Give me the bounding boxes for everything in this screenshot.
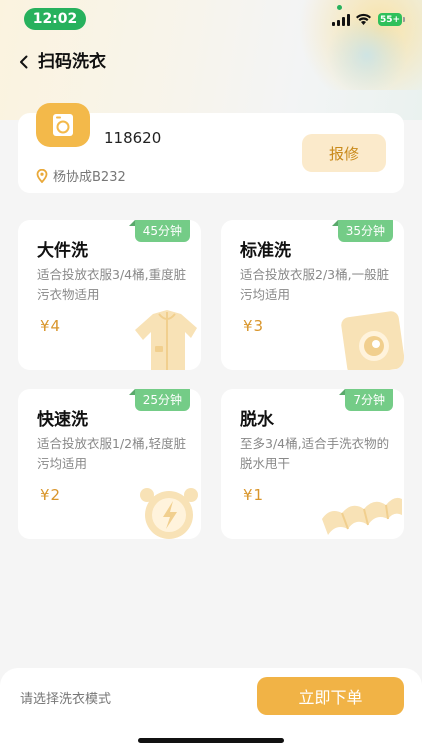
device-card: 118620 杨协成B232 报修 — [18, 103, 404, 193]
mode-name: 标准洗 — [240, 241, 291, 261]
wifi-icon — [356, 13, 371, 25]
camera-indicator-icon — [337, 5, 342, 10]
order-now-button[interactable]: 立即下单 — [257, 677, 404, 715]
duration-badge: 45分钟 — [128, 220, 190, 242]
twisted-towel-icon — [322, 497, 402, 535]
alarm-clock-icon — [140, 488, 198, 539]
mode-name: 快速洗 — [37, 410, 88, 430]
mode-description: 适合投放衣服3/4桶,重度脏污衣物适用 — [37, 267, 187, 302]
repair-button[interactable]: 报修 — [302, 134, 386, 172]
mode-card-large[interactable]: 45分钟 大件洗 适合投放衣服3/4桶,重度脏污衣物适用 ¥4 — [18, 220, 201, 370]
mode-price: ¥1 — [243, 486, 265, 504]
mode-price: ¥3 — [243, 317, 265, 335]
mode-price: ¥4 — [40, 317, 62, 335]
jacket-icon — [135, 310, 197, 370]
mode-card-standard[interactable]: 35分钟 标准洗 适合投放衣服2/3桶,一般脏污均适用 ¥3 — [221, 220, 404, 370]
mode-price: ¥2 — [40, 486, 62, 504]
nav-bar: 扫码洗衣 — [0, 44, 422, 80]
cellular-signal-icon — [332, 14, 350, 26]
mode-card-quick[interactable]: 25分钟 快速洗 适合投放衣服1/2桶,轻度脏污均适用 ¥2 — [18, 389, 201, 539]
duration-badge: 7分钟 — [339, 389, 393, 411]
mode-card-spin[interactable]: 7分钟 脱水 至多3/4桶,适合手洗衣物的脱水甩干 ¥1 — [221, 389, 404, 539]
status-time: 12:02 — [24, 8, 86, 30]
home-indicator — [138, 738, 284, 743]
duration-badge: 35分钟 — [331, 220, 393, 242]
bottom-bar: 请选择洗衣模式 立即下单 — [0, 668, 422, 750]
mode-description: 至多3/4桶,适合手洗衣物的脱水甩干 — [240, 436, 390, 471]
back-arrow-icon[interactable] — [14, 50, 34, 74]
mode-name: 大件洗 — [37, 241, 88, 261]
washer-avatar-icon — [36, 103, 90, 147]
location-pin-icon — [36, 168, 48, 183]
mode-hint: 请选择洗衣模式 — [20, 692, 112, 707]
battery-indicator: 55+ — [378, 13, 405, 26]
washing-machine-icon — [341, 311, 404, 370]
mode-description: 适合投放衣服1/2桶,轻度脏污均适用 — [37, 436, 187, 471]
duration-badge: 25分钟 — [128, 389, 190, 411]
device-location: 杨协成B232 — [53, 170, 126, 185]
device-id: 118620 — [104, 129, 162, 147]
status-bar: 12:02 55+ — [0, 0, 422, 40]
location-row: 杨协成B232 — [36, 166, 126, 185]
mode-name: 脱水 — [240, 410, 274, 430]
page-title: 扫码洗衣 — [38, 52, 106, 72]
mode-description: 适合投放衣服2/3桶,一般脏污均适用 — [240, 267, 390, 302]
